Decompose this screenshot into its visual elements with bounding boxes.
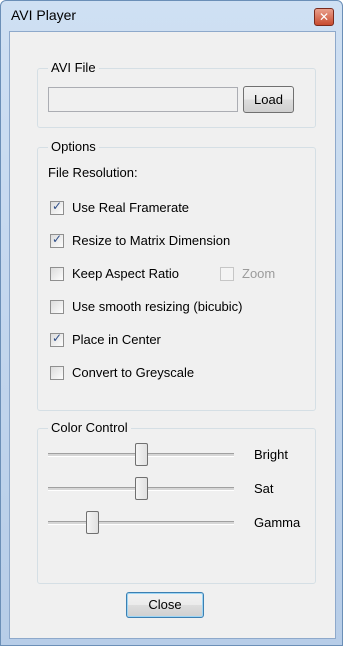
smooth-resizing-label: Use smooth resizing (bicubic) xyxy=(72,299,243,314)
sat-label: Sat xyxy=(254,481,274,496)
avi-file-legend: AVI File xyxy=(48,60,99,75)
bright-slider[interactable] xyxy=(48,443,234,467)
avi-file-group: AVI File Load xyxy=(37,60,316,128)
convert-greyscale-checkbox[interactable] xyxy=(50,366,64,380)
convert-greyscale-label: Convert to Greyscale xyxy=(72,365,195,380)
sat-slider-thumb[interactable] xyxy=(135,477,148,500)
close-button[interactable]: Close xyxy=(126,592,204,618)
sat-slider[interactable] xyxy=(48,477,234,501)
gamma-slider-track[interactable] xyxy=(48,521,234,525)
color-control-group: Color Control Bright Sat Gamma xyxy=(37,420,316,584)
place-in-center-label: Place in Center xyxy=(72,332,161,347)
avi-player-window: AVI Player ✕ AVI File Load Options File … xyxy=(0,0,343,646)
checkmark-icon: ✓ xyxy=(52,199,63,213)
zoom-checkbox[interactable] xyxy=(220,267,234,281)
zoom-label: Zoom xyxy=(242,266,276,281)
window-title: AVI Player xyxy=(11,7,77,23)
gamma-label: Gamma xyxy=(254,515,301,530)
options-group: Options File Resolution: ✓ Use Real Fram… xyxy=(37,139,316,411)
gamma-slider[interactable] xyxy=(48,511,234,535)
avi-file-path-input[interactable] xyxy=(48,87,238,112)
checkmark-icon: ✓ xyxy=(52,232,63,246)
use-real-framerate-checkbox[interactable]: ✓ xyxy=(50,199,64,215)
dialog-client-area: AVI File Load Options File Resolution: ✓… xyxy=(9,31,336,639)
load-button[interactable]: Load xyxy=(243,86,294,113)
window-close-button[interactable]: ✕ xyxy=(314,8,334,26)
resize-to-matrix-checkbox[interactable]: ✓ xyxy=(50,232,64,248)
title-bar[interactable]: AVI Player ✕ xyxy=(1,1,342,31)
bright-slider-thumb[interactable] xyxy=(135,443,148,466)
place-in-center-checkbox[interactable]: ✓ xyxy=(50,331,64,347)
checkmark-icon: ✓ xyxy=(52,331,63,345)
gamma-slider-thumb[interactable] xyxy=(86,511,99,534)
options-legend: Options xyxy=(48,139,99,154)
smooth-resizing-checkbox[interactable] xyxy=(50,300,64,314)
bright-label: Bright xyxy=(254,447,288,462)
color-control-legend: Color Control xyxy=(48,420,131,435)
close-icon: ✕ xyxy=(318,10,330,24)
resize-to-matrix-label: Resize to Matrix Dimension xyxy=(72,233,231,248)
keep-aspect-ratio-label: Keep Aspect Ratio xyxy=(72,266,179,281)
file-resolution-label: File Resolution: xyxy=(48,165,138,180)
keep-aspect-ratio-checkbox[interactable] xyxy=(50,267,64,281)
use-real-framerate-label: Use Real Framerate xyxy=(72,200,190,215)
